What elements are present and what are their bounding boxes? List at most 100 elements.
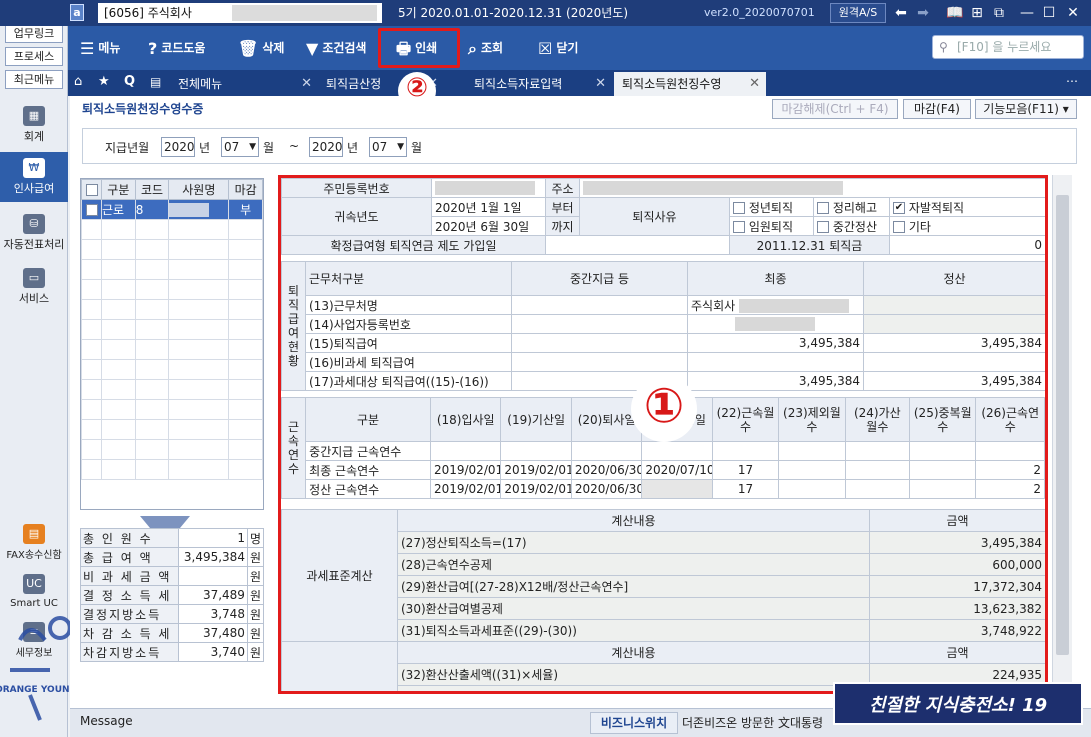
tenure-cell[interactable] [909,460,977,480]
tenure-cell[interactable]: 2020/06/30 [570,479,643,499]
delete-button[interactable]: 🗑 삭제 [238,32,284,64]
tenure-cell[interactable] [778,479,846,499]
tenure-cell[interactable] [909,479,977,499]
pay-final-value[interactable]: 3,495,384 [687,333,864,353]
cond-search-button[interactable]: ▼ 조건검색 [306,32,366,64]
menu-grid-icon[interactable]: ▤ [150,75,161,89]
close-tab-icon[interactable]: ✕ [301,72,312,96]
reason-voluntary[interactable]: ✔ 자발적퇴직 [889,197,1045,217]
back-arrow-icon[interactable]: ⬅ [892,4,910,22]
code-help-button[interactable]: ? 코드도움 [148,32,205,64]
maximize-icon[interactable]: ☐ [1040,4,1058,22]
pay-mid-cell[interactable] [511,333,688,353]
pay-final-cell[interactable] [687,314,864,334]
menu-button[interactable]: ☰ 메뉴 [80,32,120,64]
tenure-cell[interactable]: 2020/06/30 [570,460,643,480]
tab-withholding-receipt[interactable]: 퇴직소득원천징수영 ✕ [614,72,766,96]
reason-layoff[interactable]: 정리해고 [813,197,890,217]
pay-final-cell[interactable]: 주식회사 [687,295,864,315]
row-checkbox[interactable] [81,199,102,220]
reason-other[interactable]: 기타 [889,216,1045,236]
book-icon[interactable]: 📖 [946,4,964,22]
tab-all-menu[interactable]: 전체메뉴 ✕ [170,72,318,96]
pay-final-cell[interactable] [687,352,864,372]
tenure-cell[interactable] [975,441,1045,461]
news-ticker[interactable]: 더존비즈온 방문한 文대통령 [682,714,823,731]
tenure-cell[interactable]: 2019/02/01 [429,479,502,499]
col-code[interactable]: 코드 [134,179,170,200]
rail-auto-slip[interactable]: ⛁ 자동전표처리 [0,208,68,258]
col-name[interactable]: 사원명 [168,179,230,200]
remote-as-button[interactable]: 원격A/S [830,3,886,23]
address-value[interactable] [579,178,1045,198]
pay-mid-cell[interactable] [511,295,688,315]
close-window-icon[interactable]: ✕ [1064,4,1082,22]
tab-income-input[interactable]: 퇴직소득자료입력 ✕ [466,72,612,96]
tenure-cell[interactable]: 17 [711,479,780,499]
tenure-cell[interactable] [844,479,911,499]
tenure-cell[interactable] [778,460,846,480]
rail-accounting[interactable]: ▦ 회계 [0,100,68,148]
reason-interim[interactable]: 중간정산 [813,216,890,236]
tenure-cell[interactable] [778,441,846,461]
reason-retire-age[interactable]: 정년퇴직 [729,197,814,217]
from-month-select[interactable]: 07 ▼ [221,137,259,157]
tenure-cell[interactable] [570,441,643,461]
form-scrollbar[interactable] [1052,175,1072,694]
more-tabs-icon[interactable]: ⋯ [1066,74,1078,88]
rail-fax[interactable]: ▤ FAX송수신함 [0,524,68,564]
select-all-checkbox[interactable] [81,179,102,200]
business-switch-button[interactable]: 비즈니스위치 [590,712,678,734]
resident-no-value[interactable] [431,178,546,198]
table-row[interactable]: 근로 8 부 [81,199,263,220]
menu-search-input[interactable]: ⚲ [F10] 을 누르세요 [932,35,1084,59]
rail-service[interactable]: ▭ 서비스 [0,266,68,306]
message-label[interactable]: Message [80,714,133,728]
minimize-icon[interactable]: — [1018,4,1036,22]
layout-grid-icon[interactable]: ⊞ [968,4,986,22]
tenure-cell[interactable]: 2019/02/01 [500,479,572,499]
link-work[interactable]: 업무링크 [5,24,63,43]
close-button[interactable]: ☒ 닫기 [538,32,578,64]
to-year-input[interactable]: 2020 [309,137,343,157]
tenure-cell[interactable]: 2019/02/01 [500,460,572,480]
tenure-cell[interactable]: 2 [975,460,1045,480]
view-button[interactable]: ⌕ 조회 [468,32,503,64]
tenure-cell[interactable] [641,441,713,461]
pay-mid-cell[interactable] [511,352,688,372]
unclose-button[interactable]: 마감해제(Ctrl + F4) [772,99,898,119]
close-tab-icon[interactable]: ✕ [749,72,760,96]
forward-arrow-icon[interactable]: ➡ [914,4,932,22]
retire-2011-value[interactable]: 0 [889,235,1045,255]
tenure-cell[interactable] [429,441,502,461]
to-date[interactable]: 2020년 6월 30일 [431,216,546,236]
query-icon[interactable]: Q [124,74,135,89]
star-icon[interactable]: ★ [98,74,110,89]
tenure-cell[interactable] [844,460,911,480]
tenure-cell[interactable] [711,441,780,461]
col-closed[interactable]: 마감 [228,179,263,200]
link-process[interactable]: 프로세스 [5,47,63,66]
home-icon[interactable]: ⌂ [74,74,82,89]
close-deadline-button[interactable]: 마감(F4) [903,99,971,119]
tenure-cell[interactable] [500,441,572,461]
pay-final-value[interactable]: 3,495,384 [687,371,864,391]
reason-executive[interactable]: 임원퇴직 [729,216,814,236]
window-tile-icon[interactable]: ⧉ [990,4,1008,22]
link-recent[interactable]: 최근메뉴 [5,70,63,89]
close-tab-icon[interactable]: ✕ [595,72,606,96]
from-date[interactable]: 2020년 1월 1일 [431,197,546,217]
pension-value[interactable] [545,235,730,255]
col-type[interactable]: 구분 [101,179,136,200]
to-month-select[interactable]: 07 ▼ [369,137,407,157]
scrollbar-thumb[interactable] [1056,195,1069,655]
tenure-cell[interactable]: 2019/02/01 [429,460,502,480]
pay-mid-cell[interactable] [511,314,688,334]
from-year-input[interactable]: 2020 [161,137,195,157]
tenure-cell[interactable] [844,441,911,461]
tenure-cell[interactable]: 17 [711,460,780,480]
functions-button[interactable]: 기능모음(F11) ▾ [975,99,1077,119]
tenure-cell[interactable] [909,441,977,461]
tenure-cell[interactable]: 2 [975,479,1045,499]
tenure-cell[interactable]: 2020/07/10 [641,460,713,480]
